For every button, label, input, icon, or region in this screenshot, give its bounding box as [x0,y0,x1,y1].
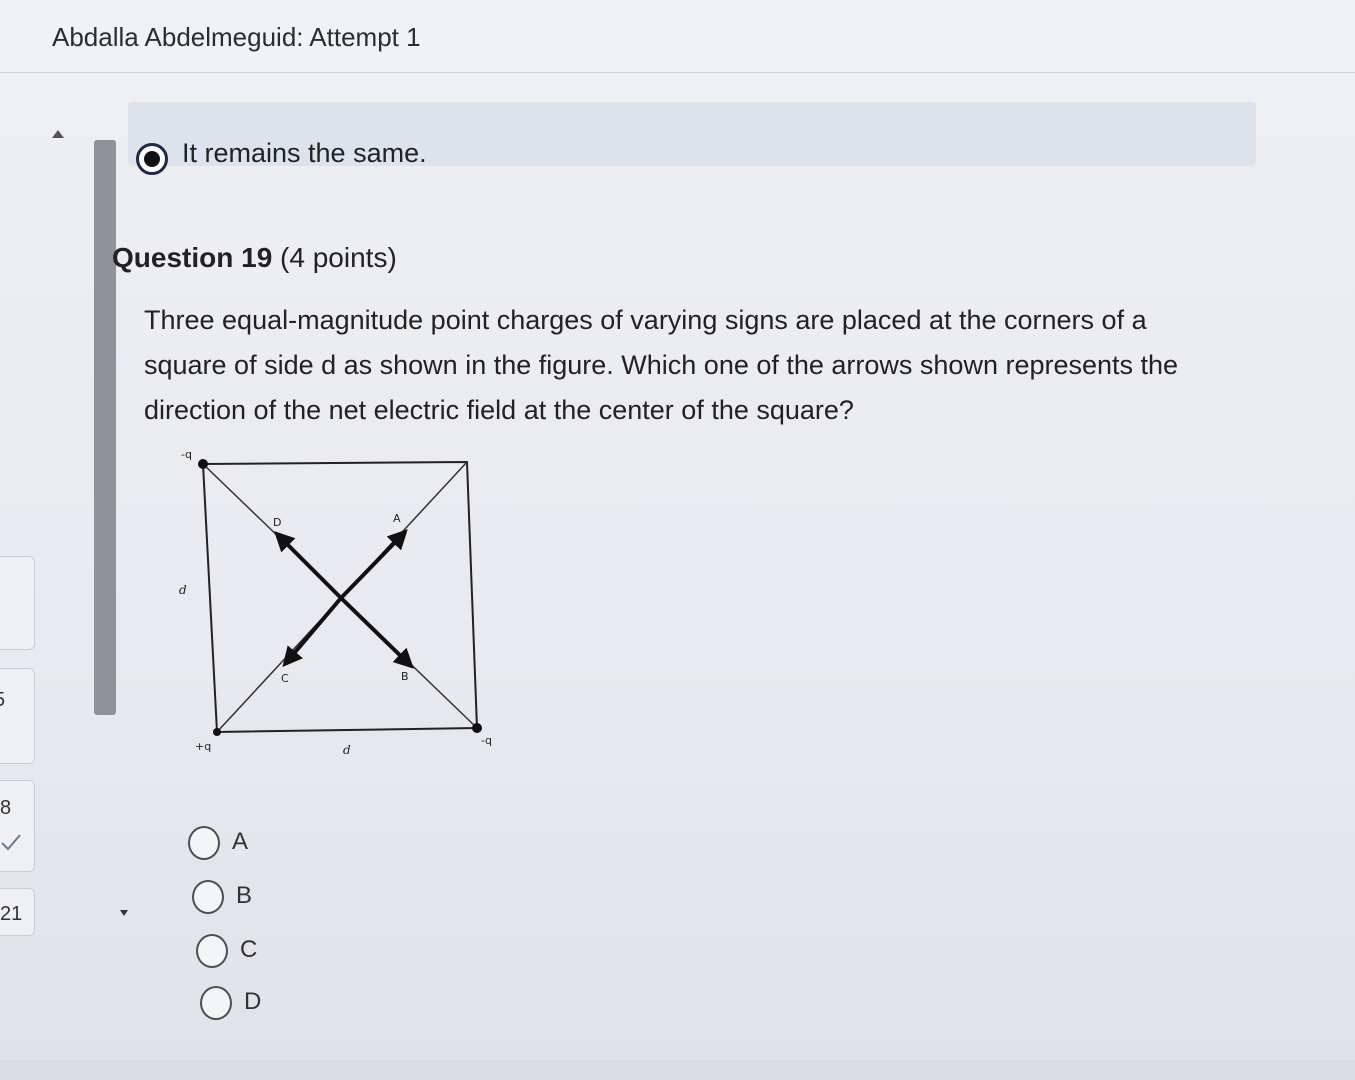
taskbar [0,1060,1355,1080]
charge-dot [198,459,208,469]
radio-button[interactable] [188,826,220,860]
charge-label-bottom-left: +q [195,740,211,753]
charge-dot [213,728,221,736]
arrow-label-b: B [401,670,409,683]
radio-button[interactable] [192,880,224,914]
arrow-label-a: A [393,512,401,525]
scrollbar-thumb[interactable] [94,140,116,715]
question-nav-number: 8 [0,797,12,819]
scroll-down-arrow-icon[interactable] [120,910,128,916]
charges-square-figure: -q +q -q d d D A C B [179,448,492,757]
arrow-c [282,596,343,668]
question-nav-number: 5 [0,689,5,712]
arrow-d [274,531,343,600]
option-label: A [232,828,249,855]
charge-label-bottom-right: -q [481,734,492,747]
attempt-title: Abdalla Abdelmeguid: Attempt 1 [52,22,421,52]
question-nav-box[interactable]: 21 [0,888,35,936]
question-points: (4 points) [280,242,397,273]
radio-button[interactable] [200,986,232,1020]
question-nav-box[interactable] [0,556,35,650]
option-label: D [244,988,262,1015]
question-heading: Question 19 (4 points) [112,242,397,274]
charge-dot [472,723,482,733]
arrow-a [339,529,408,600]
arrow-label-d: D [273,516,281,529]
question-title: Question 19 [112,242,273,273]
charge-label-top-left: -q [181,448,192,461]
question-nav-box[interactable]: 8 [0,780,35,872]
question-nav-number: 21 [0,903,23,925]
question-nav-box[interactable]: 5 [0,668,35,764]
selected-answer-label: It remains the same. [182,138,427,168]
option-label: B [236,882,253,909]
scroll-up-arrow-icon[interactable] [52,130,64,138]
check-icon [1,834,21,851]
side-label-bottom: d [343,743,351,757]
radio-button[interactable] [196,934,228,968]
arrow-label-c: C [281,672,289,685]
arrow-b [339,596,414,669]
side-label-left: d [179,583,187,597]
quiz-page: Abdalla Abdelmeguid: Attempt 1 5 8 21 It… [0,0,1355,1080]
option-label: C [240,936,258,963]
selected-radio-button[interactable] [136,143,168,175]
attempt-header: Abdalla Abdelmeguid: Attempt 1 [0,0,1355,73]
question-text: Three equal-magnitude point charges of v… [144,305,1179,425]
